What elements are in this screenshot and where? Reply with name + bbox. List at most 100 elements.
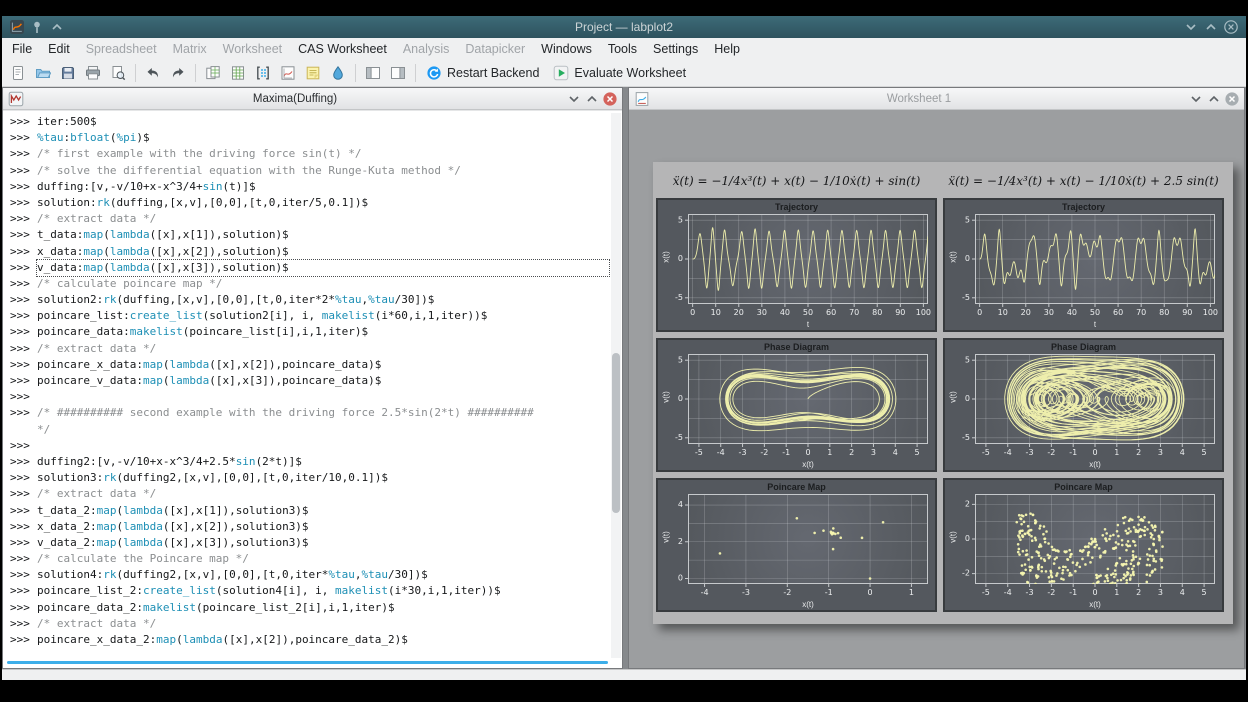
console-code: v_data:map(lambda([x],x[3]),solution)$	[37, 260, 609, 276]
window-close-button[interactable]	[601, 91, 618, 107]
new-workbook-button[interactable]	[201, 61, 225, 85]
redo-button[interactable]	[166, 61, 190, 85]
console-code	[37, 438, 609, 454]
menu-edit[interactable]: Edit	[40, 38, 78, 60]
menu-matrix: Matrix	[165, 38, 215, 60]
worksheet-window-title: Worksheet 1	[651, 93, 1187, 105]
worksheet-window-titlebar[interactable]: Worksheet 1	[629, 88, 1244, 110]
console-prompt: >>>	[10, 260, 37, 276]
console-code: */	[37, 422, 609, 438]
console-code: solution:rk(duffing,[x,v],[0,0],[t,0,ite…	[37, 195, 609, 211]
x-axis-label: x(t)	[975, 460, 1215, 469]
menu-tools[interactable]: Tools	[600, 38, 645, 60]
new-matrix-button[interactable]	[251, 61, 275, 85]
pin-icon[interactable]	[28, 19, 46, 35]
new-file-button[interactable]	[6, 61, 30, 85]
console-prompt: >>>	[10, 276, 37, 292]
folder-open-icon	[35, 65, 51, 81]
print-preview-icon	[110, 65, 126, 81]
plot-title: Poincare Map	[658, 482, 935, 492]
console-line: */	[10, 422, 609, 438]
console-prompt: >>>	[10, 600, 37, 616]
x-axis-label: x(t)	[688, 460, 928, 469]
edit-redo-icon	[170, 65, 186, 81]
console-line: >>>t_data:map(lambda([x],x[1]),solution)…	[10, 227, 609, 243]
console-line: >>>	[10, 438, 609, 454]
plot-panel-trajectory-1[interactable]: Trajectoryx(t)t	[656, 198, 937, 332]
new-workbook-icon	[205, 65, 221, 81]
console-code: /* calculate poincare map */	[37, 276, 609, 292]
plot-panel-poincare-2[interactable]: Poincare Mapv(t)x(t)	[943, 478, 1224, 612]
plot-canvas	[945, 480, 1222, 610]
cas-window-titlebar[interactable]: Maxima(Duffing)	[3, 88, 622, 110]
menu-file[interactable]: File	[4, 38, 40, 60]
window-close-button[interactable]	[1223, 91, 1240, 107]
toggle-properties-dock-button[interactable]	[386, 61, 410, 85]
scrollbar-thumb[interactable]	[612, 353, 620, 513]
window-shade-button[interactable]	[565, 91, 582, 107]
console-code: t_data:map(lambda([x],x[1]),solution)$	[37, 227, 609, 243]
console-line: >>>/* calculate poincare map */	[10, 276, 609, 292]
new-worksheet-icon	[280, 65, 296, 81]
console-line: >>>duffing:[v,-v/10+x-x^3/4+sin(t)]$	[10, 179, 609, 195]
plot-panel-poincare-1[interactable]: Poincare Mapv(t)x(t)	[656, 478, 937, 612]
dock-left-icon	[365, 65, 381, 81]
menu-settings[interactable]: Settings	[645, 38, 706, 60]
worksheet-page: ẍ(t) = −1/4x³(t) + x(t) − 1/10ẋ(t) + sin…	[653, 162, 1233, 624]
console-prompt: >>>	[10, 292, 37, 308]
console-code: solution2:rk(duffing,[x,v],[0,0],[t,0,it…	[37, 292, 609, 308]
console-line: >>>/* solve the differential equation wi…	[10, 163, 609, 179]
new-datapicker-button[interactable]	[326, 61, 350, 85]
new-worksheet-button[interactable]	[276, 61, 300, 85]
console-code: v_data_2:map(lambda([x],x[3]),solution3)…	[37, 535, 609, 551]
plot-panel-phase-2[interactable]: Phase Diagramv(t)x(t)	[943, 338, 1224, 472]
menu-cas-worksheet[interactable]: CAS Worksheet	[290, 38, 395, 60]
window-restore-button[interactable]	[1205, 91, 1222, 107]
console-prompt: >>>	[10, 535, 37, 551]
plot-panel-trajectory-2[interactable]: Trajectoryx(t)t	[943, 198, 1224, 332]
maximize-icon[interactable]	[1202, 19, 1220, 35]
toolbar: Restart Backend Evaluate Worksheet	[2, 60, 1246, 87]
console-line: >>>v_data_2:map(lambda([x],x[3]),solutio…	[10, 535, 609, 551]
titlebar[interactable]: Project — labplot2	[2, 16, 1246, 38]
plot-panel-phase-1[interactable]: Phase Diagramv(t)x(t)	[656, 338, 937, 472]
console-prompt: >>>	[10, 324, 37, 340]
window-restore-button[interactable]	[583, 91, 600, 107]
console-line: >>>x_data:map(lambda([x],x[2]),solution)…	[10, 244, 609, 260]
print-button[interactable]	[81, 61, 105, 85]
shade-icon[interactable]	[48, 19, 66, 35]
console-line: >>>poincare_list:create_list(solution2[i…	[10, 308, 609, 324]
undo-button[interactable]	[141, 61, 165, 85]
maxima-console[interactable]: >>>iter:500$>>>%tau:bfloat(%pi)$>>>/* fi…	[3, 110, 622, 668]
titlebar-left	[2, 19, 72, 35]
save-button[interactable]	[56, 61, 80, 85]
console-code: solution3:rk(duffing2,[x,v],[0,0],[t,0,i…	[37, 470, 609, 486]
menu-help[interactable]: Help	[706, 38, 748, 60]
console-prompt: >>>	[10, 114, 37, 130]
vertical-scrollbar[interactable]	[611, 113, 621, 658]
minimize-icon[interactable]	[1182, 19, 1200, 35]
print-preview-button[interactable]	[106, 61, 130, 85]
new-note-button[interactable]	[301, 61, 325, 85]
restart-backend-button[interactable]: Restart Backend	[421, 61, 547, 85]
open-button[interactable]	[31, 61, 55, 85]
console-code: x_data_2:map(lambda([x],x[2]),solution3)…	[37, 519, 609, 535]
toggle-project-explorer-button[interactable]	[361, 61, 385, 85]
menu-windows[interactable]: Windows	[533, 38, 600, 60]
evaluate-worksheet-button[interactable]: Evaluate Worksheet	[548, 61, 694, 85]
console-code: /* ########## second example with the dr…	[37, 405, 609, 421]
console-line: >>>duffing2:[v,-v/10+x-x^3/4+2.5*sin(2*t…	[10, 454, 609, 470]
y-axis-label: v(t)	[949, 531, 958, 543]
y-axis-label: v(t)	[662, 531, 671, 543]
close-icon[interactable]	[1222, 19, 1240, 35]
console-code: poincare_x_data_2:map(lambda([x],x[2]),p…	[37, 632, 609, 648]
window-shade-button[interactable]	[1187, 91, 1204, 107]
horizontal-scrollbar[interactable]	[7, 661, 608, 664]
evaluate-worksheet-button-label: Evaluate Worksheet	[574, 66, 686, 80]
x-axis-label: t	[975, 320, 1215, 329]
console-line: >>>solution3:rk(duffing2,[x,v],[0,0],[t,…	[10, 470, 609, 486]
console-line: >>>x_data_2:map(lambda([x],x[2]),solutio…	[10, 519, 609, 535]
menu-spreadsheet: Spreadsheet	[78, 38, 165, 60]
new-spreadsheet-button[interactable]	[226, 61, 250, 85]
console-prompt: >>>	[10, 244, 37, 260]
